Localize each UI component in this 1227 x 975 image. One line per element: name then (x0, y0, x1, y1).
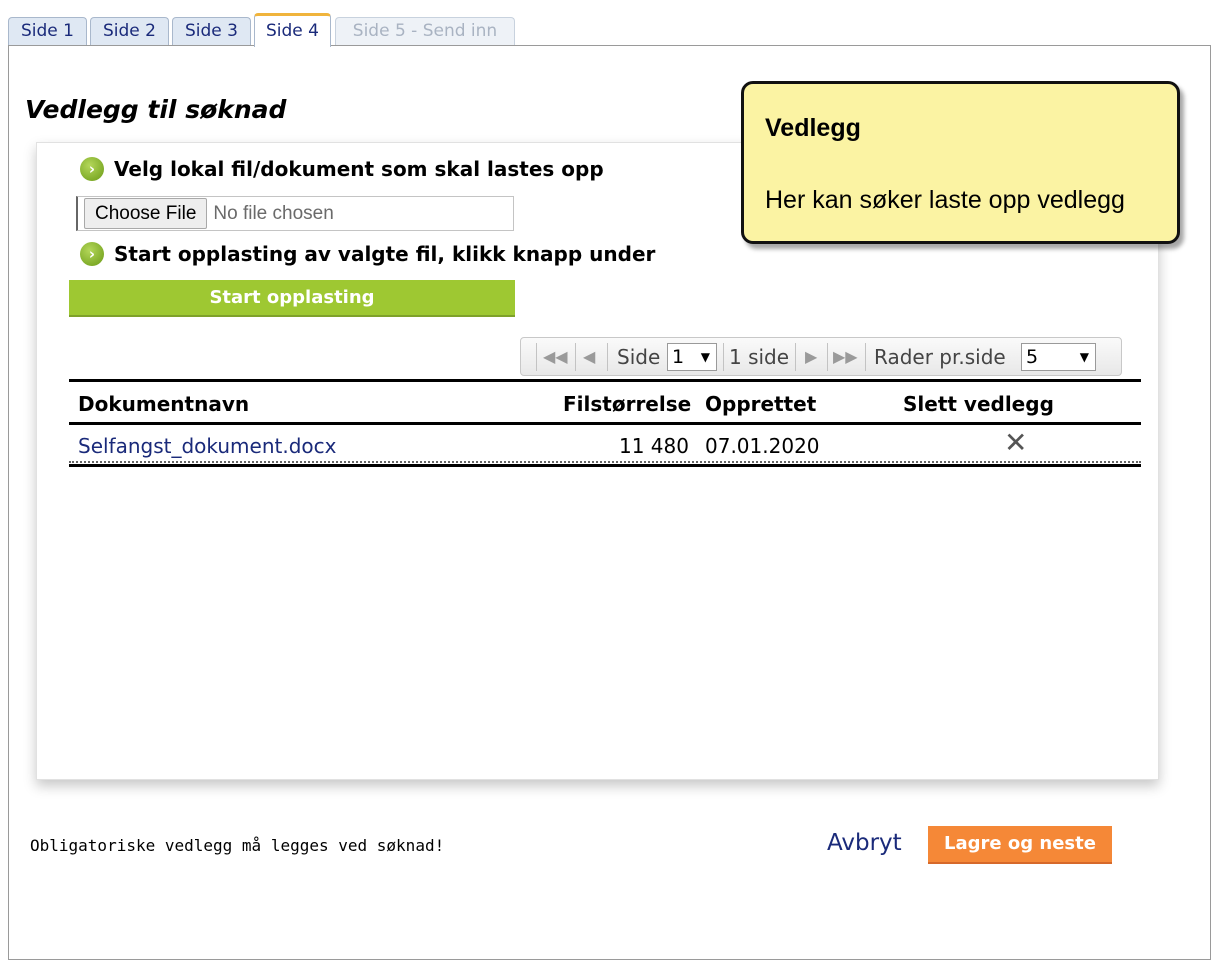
step-start-upload: › Start opplasting av valgte fil, klikk … (80, 242, 655, 266)
table-bottom-border (69, 464, 1141, 467)
pager-divider (865, 343, 866, 371)
tab-side-1[interactable]: Side 1 (8, 17, 87, 46)
save-and-next-button[interactable]: Lagre og neste (928, 826, 1112, 864)
help-tooltip: Vedlegg Her kan søker laste opp vedlegg (741, 81, 1180, 244)
column-header-file-size: Filstørrelse (563, 392, 692, 416)
page-count: 1 side (729, 345, 790, 369)
file-size-cell: 11 480 (619, 434, 689, 458)
document-name-link[interactable]: Selfangst_dokument.docx (78, 434, 337, 458)
file-input[interactable]: Choose File No file chosen (76, 196, 514, 231)
first-page-icon[interactable]: ◀◀ (543, 344, 568, 370)
rows-per-page-select[interactable]: 5 ▼ (1021, 343, 1096, 371)
rows-per-page-value: 5 (1026, 346, 1039, 368)
next-page-icon[interactable]: ▶ (805, 344, 817, 370)
chevron-right-circle-icon: › (80, 157, 104, 181)
table-header-border (69, 422, 1141, 425)
table-top-border (69, 379, 1141, 382)
chevron-right-circle-icon: › (80, 242, 104, 266)
page-select[interactable]: 1 ▼ (667, 343, 717, 371)
step-start-upload-label: Start opplasting av valgte fil, klikk kn… (114, 242, 656, 266)
choose-file-button[interactable]: Choose File (84, 198, 208, 229)
tab-side-4[interactable]: Side 4 (254, 13, 331, 47)
pager-divider (575, 343, 576, 371)
delete-icon[interactable]: ✕ (1004, 429, 1027, 457)
rows-per-page-label: Rader pr.side (874, 345, 1006, 369)
page-title: Vedlegg til søknad (25, 95, 287, 124)
row-separator (69, 461, 1141, 463)
column-header-document-name: Dokumentnavn (78, 392, 250, 416)
pager: ◀◀ ◀ Side 1 ▼ 1 side ▶ ▶▶ Rader pr.side … (520, 337, 1122, 376)
last-page-icon[interactable]: ▶▶ (833, 344, 858, 370)
tooltip-text: Her kan søker laste opp vedlegg (765, 186, 1125, 214)
created-date-cell: 07.01.2020 (705, 434, 820, 458)
step-select-file-label: Velg lokal fil/dokument som skal lastes … (114, 157, 604, 181)
tooltip-title: Vedlegg (765, 114, 861, 142)
mandatory-attachments-note: Obligatoriske vedlegg må legges ved søkn… (30, 836, 445, 855)
tab-side-5-send-inn: Side 5 - Send inn (335, 17, 515, 46)
pager-divider (827, 343, 828, 371)
page-select-value: 1 (672, 346, 685, 368)
tab-side-3[interactable]: Side 3 (172, 17, 251, 46)
column-header-delete: Slett vedlegg (903, 392, 1054, 416)
column-header-created: Opprettet (705, 392, 817, 416)
pager-divider (723, 343, 724, 371)
pager-side-label: Side (617, 345, 661, 369)
pager-divider (607, 343, 608, 371)
dropdown-arrow-icon: ▼ (1079, 350, 1089, 364)
file-status-text: No file chosen (213, 202, 334, 224)
step-select-file: › Velg lokal fil/dokument som skal laste… (80, 157, 604, 181)
dropdown-arrow-icon: ▼ (700, 350, 710, 364)
pager-divider (536, 343, 537, 371)
cancel-link[interactable]: Avbryt (827, 830, 902, 856)
start-upload-button[interactable]: Start opplasting (69, 280, 515, 317)
pager-divider (795, 343, 796, 371)
tab-side-2[interactable]: Side 2 (90, 17, 169, 46)
previous-page-icon[interactable]: ◀ (583, 344, 595, 370)
